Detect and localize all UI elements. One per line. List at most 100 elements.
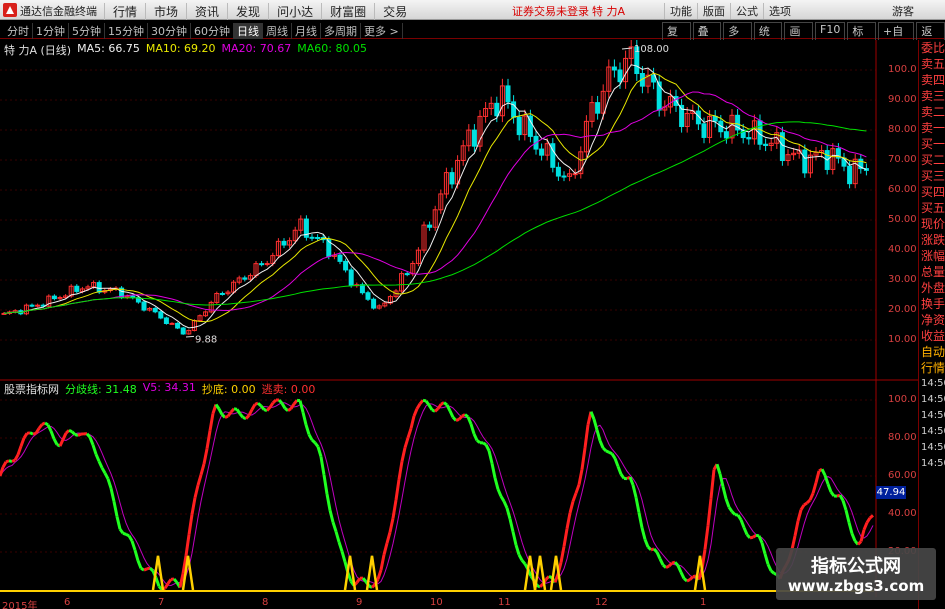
- main-chart-legend: 特 力A (日线) MA5: 66.75 MA10: 69.20 MA20: 7…: [4, 42, 367, 58]
- quote-field-label: 现价: [921, 217, 945, 231]
- menu-market[interactable]: 行情: [104, 3, 145, 20]
- guest-user[interactable]: 游客: [892, 3, 914, 19]
- fx-line-segment: [476, 439, 481, 444]
- v5-line-label: V5: 34.31: [142, 381, 196, 394]
- candle-body: [595, 102, 601, 114]
- menu-trade[interactable]: 交易: [374, 3, 415, 20]
- candle-body: [337, 254, 343, 262]
- candle-body: [763, 143, 769, 146]
- candle-body: [51, 295, 57, 300]
- fx-line-segment: [544, 575, 551, 581]
- candle-body: [219, 292, 225, 295]
- candle-body: [264, 263, 270, 266]
- tab-60min[interactable]: 60分钟: [191, 23, 234, 39]
- fx-line-segment: [869, 514, 874, 520]
- tab-weekly[interactable]: 周线: [263, 23, 292, 39]
- quote-field-label: 14:50: [921, 378, 945, 389]
- fx-line-segment: [77, 432, 82, 437]
- date-tick-label: 11: [498, 597, 511, 608]
- candle-body: [802, 149, 808, 174]
- candle-body: [365, 292, 371, 300]
- price-tick-label: 50.00: [888, 214, 917, 225]
- fx-line-segment: [752, 534, 757, 539]
- candle-body: [617, 69, 623, 83]
- candle-body: [561, 175, 567, 178]
- fx-line-segment: [32, 431, 37, 436]
- quote-field-label: 卖五: [921, 57, 945, 71]
- main-menu: 行情 市场 资讯 发现 问小达 财富圈 交易: [104, 3, 415, 20]
- fx-line-segment: [125, 532, 130, 538]
- tab-more[interactable]: 更多 >: [361, 23, 403, 39]
- fx-line-segment: [443, 401, 448, 407]
- price-tick-label: 20.00: [888, 304, 917, 315]
- bottom-signal-label: 抄底: 0.00: [201, 383, 256, 396]
- candle-body: [701, 123, 707, 138]
- tab-30min[interactable]: 30分钟: [148, 23, 191, 39]
- fx-line-segment: [422, 398, 427, 403]
- low-price-label: 9.88: [195, 334, 217, 345]
- quote-field-label: 买三: [921, 169, 945, 183]
- fx-line-segment: [143, 567, 148, 572]
- tab-15min[interactable]: 15分钟: [105, 23, 148, 39]
- trade-login-notice[interactable]: 证券交易未登录: [512, 3, 589, 19]
- tab-5min[interactable]: 5分钟: [69, 23, 105, 39]
- fx-line-segment: [70, 430, 77, 436]
- candle-body: [315, 237, 321, 240]
- tab-monthly[interactable]: 月线: [292, 23, 321, 39]
- quote-field-label: 买二: [921, 153, 945, 167]
- menu-function[interactable]: 功能: [664, 3, 697, 19]
- quote-field-label: 总量: [921, 265, 945, 279]
- candle-body: [404, 273, 410, 276]
- quote-field-label: 自动: [921, 345, 945, 359]
- indicator-name[interactable]: 股票指标网: [4, 381, 59, 397]
- candle-body: [169, 322, 175, 325]
- fx-line-segment: [271, 398, 278, 404]
- candle-body: [96, 282, 102, 293]
- date-tick-label: 1: [700, 597, 707, 608]
- candle-body: [471, 129, 477, 147]
- quote-field-label: 卖四: [921, 73, 945, 87]
- menu-discover[interactable]: 发现: [227, 3, 268, 20]
- date-tick-label: 9: [356, 597, 363, 608]
- candle-body: [29, 304, 35, 307]
- menu-ask[interactable]: 问小达: [268, 3, 321, 20]
- fx-line-segment: [548, 575, 553, 580]
- menu-news[interactable]: 资讯: [186, 3, 227, 20]
- tab-multi-period[interactable]: 多周期: [321, 23, 361, 39]
- candle-body: [175, 322, 181, 329]
- candle-body: [242, 277, 248, 280]
- fx-line-segment: [601, 446, 608, 452]
- tab-intraday[interactable]: 分时: [4, 23, 33, 39]
- menu-layout[interactable]: 版面: [697, 3, 730, 19]
- ma60-label: MA60: 80.05: [297, 42, 367, 55]
- fx-line-segment: [755, 533, 760, 538]
- candle-body: [539, 148, 545, 156]
- menu-formula[interactable]: 公式: [730, 3, 763, 19]
- price-tick-label: 70.00: [888, 154, 917, 165]
- fx-line-segment: [856, 540, 863, 546]
- tab-1min[interactable]: 1分钟: [33, 23, 69, 39]
- kline-chart-area[interactable]: 108.00 9.88: [0, 40, 918, 597]
- menu-markets[interactable]: 市场: [145, 3, 186, 20]
- tab-daily[interactable]: 日线: [234, 23, 263, 39]
- fx-line-segment: [148, 566, 155, 573]
- fx-line-segment: [224, 414, 229, 419]
- watermark-title: 指标公式网: [811, 556, 901, 577]
- fx-line-segment: [538, 582, 545, 588]
- fx-line-segment: [8, 459, 13, 463]
- fx-line-segment: [68, 428, 73, 434]
- low-price-pointer: [185, 335, 195, 338]
- candle-body: [35, 304, 41, 307]
- date-tick-label: 7: [158, 597, 165, 608]
- fx-line-segment: [464, 413, 469, 419]
- ma5-label: MA5: 66.75: [77, 42, 140, 55]
- menu-wealth[interactable]: 财富圈: [321, 3, 374, 20]
- sub-chart-legend: 股票指标网 分歧线: 31.48 V5: 34.31 抄底: 0.00 逃卖: …: [4, 381, 315, 397]
- menu-options[interactable]: 选项: [763, 3, 796, 19]
- quote-field-label: 收益: [921, 329, 945, 343]
- quote-field-label: 行情: [921, 361, 945, 375]
- date-tick-label: 8: [262, 597, 269, 608]
- quote-field-label: 14:50: [921, 394, 945, 405]
- candle-body: [555, 166, 561, 177]
- quote-field-label: 卖三: [921, 89, 945, 103]
